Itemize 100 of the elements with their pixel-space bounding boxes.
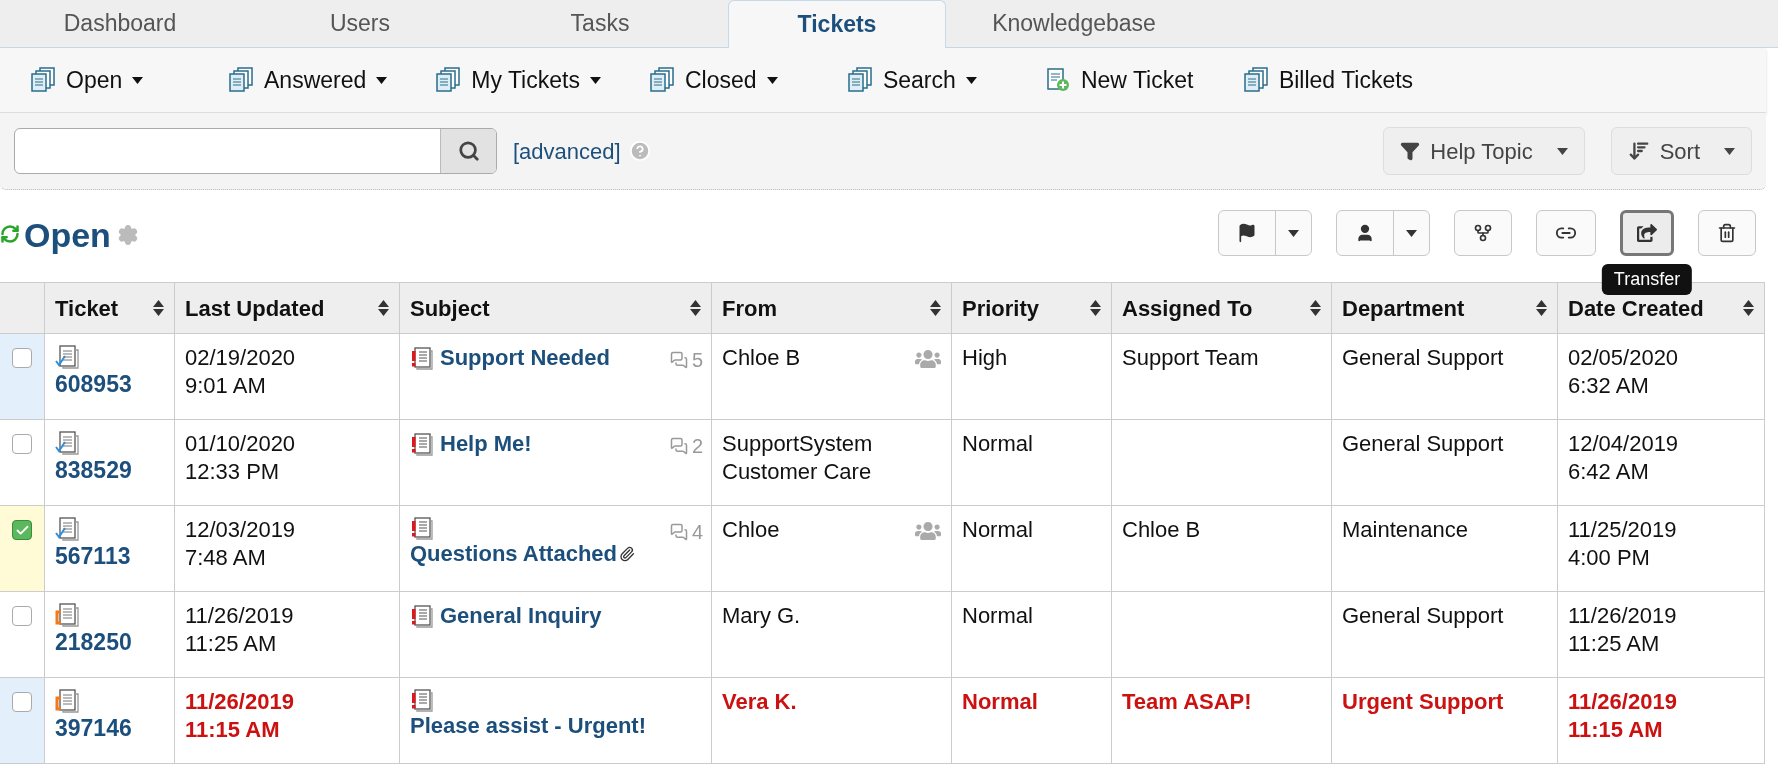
help-icon — [628, 140, 651, 162]
priority-text: Normal — [962, 603, 1033, 628]
priority-document-icon — [410, 432, 434, 456]
sort-icon[interactable] — [1090, 300, 1101, 316]
nav-item[interactable]: Billed Tickets — [1242, 62, 1414, 98]
date-text: 12/03/2019 — [185, 516, 296, 544]
search-button[interactable] — [440, 129, 496, 173]
priority-text: High — [962, 345, 1008, 370]
fork-icon — [1473, 223, 1493, 243]
transfer-button[interactable] — [1620, 210, 1674, 256]
documents-icon — [228, 67, 254, 93]
row-checkbox[interactable] — [12, 606, 32, 626]
nav-item[interactable]: My Tickets — [435, 62, 601, 98]
documents-icon — [846, 67, 873, 93]
tab[interactable]: Tasks — [480, 0, 720, 47]
sort-icon[interactable] — [1743, 300, 1754, 316]
from-text: Chloe B — [722, 344, 801, 372]
column-header[interactable]: Last Updated — [185, 291, 325, 325]
row-checkbox[interactable] — [12, 348, 32, 368]
column-header[interactable]: From — [722, 291, 777, 325]
date-text: 11/26/2019 — [185, 602, 294, 630]
nav-item[interactable]: Answered — [228, 62, 388, 98]
ticket-number[interactable]: 608953 — [55, 370, 164, 398]
flag-icon — [1237, 223, 1257, 243]
thread-count: 4 — [691, 520, 703, 545]
subject-link[interactable]: Help Me! — [440, 430, 532, 458]
department-text: General Support — [1342, 603, 1504, 628]
ticket-number[interactable]: 397146 — [55, 714, 164, 742]
ticket-number[interactable]: 218250 — [55, 628, 164, 656]
search-icon — [457, 140, 480, 162]
priority-text: Normal — [962, 689, 1038, 714]
assign-button[interactable] — [1336, 210, 1430, 256]
column-header[interactable]: Subject — [410, 291, 490, 325]
tab[interactable]: Dashboard — [0, 0, 240, 47]
date-text: 11/26/2019 — [1568, 688, 1677, 716]
department-text: General Support — [1342, 431, 1504, 456]
thread-count: 5 — [691, 348, 703, 373]
row-checkbox[interactable] — [12, 692, 32, 712]
from-text: Vera K. — [722, 688, 797, 716]
department-text: Maintenance — [1342, 517, 1468, 542]
sort-icon[interactable] — [930, 300, 941, 316]
date-text: 4:00 PM — [1568, 544, 1650, 572]
documents-icon — [435, 67, 462, 93]
from-text: Mary G. — [722, 602, 801, 630]
search-field[interactable] — [14, 128, 497, 174]
priority-document-icon — [410, 604, 434, 628]
sort-icon[interactable] — [153, 300, 164, 316]
link-button[interactable] — [1536, 210, 1596, 256]
nav-item[interactable]: Open — [30, 62, 180, 98]
column-header[interactable]: Ticket — [55, 291, 119, 325]
documents-icon — [30, 67, 56, 93]
date-text: 9:01 AM — [185, 372, 266, 400]
column-header[interactable]: Department — [1342, 291, 1465, 325]
documents-icon — [1242, 67, 1269, 93]
subject-link[interactable]: Support Needed — [440, 344, 610, 372]
row-checkbox[interactable] — [12, 434, 32, 454]
tab[interactable]: Tickets — [728, 0, 946, 48]
date-text: 11:15 AM — [185, 716, 280, 744]
ticket-number[interactable]: 567113 — [55, 542, 164, 570]
subject-link[interactable]: Please assist - Urgent! — [410, 712, 646, 740]
nav-item[interactable]: New Ticket — [1044, 62, 1195, 98]
date-text: 11:25 AM — [1568, 630, 1660, 658]
from-text: Chloe — [722, 516, 780, 544]
sort-icon[interactable] — [1310, 300, 1321, 316]
sort-icon[interactable] — [690, 300, 701, 316]
help-topic-dropdown[interactable]: Help Topic — [1383, 127, 1585, 175]
merge-button[interactable] — [1454, 210, 1512, 256]
department-text: General Support — [1342, 345, 1504, 370]
row-checkbox[interactable] — [12, 520, 32, 540]
nav-item[interactable]: Closed — [648, 62, 799, 98]
date-text: 12/04/2019 — [1568, 430, 1679, 458]
date-text: 02/19/2020 — [185, 344, 296, 372]
flag-button[interactable] — [1218, 210, 1312, 256]
nav-item[interactable]: Search — [846, 62, 997, 98]
new-document-icon — [1044, 67, 1071, 93]
caret-icon — [1556, 147, 1568, 155]
column-header[interactable]: Priority — [962, 291, 1040, 325]
sort-icon — [1627, 140, 1650, 162]
tab[interactable]: Knowledgebase — [954, 0, 1194, 47]
advanced-link[interactable]: [advanced] — [513, 134, 621, 168]
date-text: 12:33 PM — [185, 458, 280, 486]
delete-button[interactable] — [1698, 210, 1756, 256]
page-title: Open — [24, 215, 111, 256]
refresh-icon[interactable] — [0, 224, 20, 244]
ticket-number[interactable]: 838529 — [55, 456, 164, 484]
priority-document-icon — [410, 688, 434, 712]
tab[interactable]: Users — [240, 0, 480, 47]
date-text: 11/26/2019 — [1568, 602, 1677, 630]
sort-icon[interactable] — [378, 300, 389, 316]
sort-icon[interactable] — [1536, 300, 1547, 316]
subject-link[interactable]: General Inquiry — [440, 602, 602, 630]
user-icon — [1355, 223, 1375, 243]
column-header[interactable]: Assigned To — [1122, 291, 1253, 325]
thread-count: 2 — [691, 434, 703, 459]
assignee-text: Team ASAP! — [1122, 689, 1252, 714]
subject-link[interactable]: Questions Attached — [410, 540, 617, 568]
priority-text: Normal — [962, 517, 1033, 542]
date-text: 6:32 AM — [1568, 372, 1649, 400]
date-text: 11:15 AM — [1568, 716, 1663, 744]
sort-dropdown[interactable]: Sort — [1610, 127, 1752, 175]
